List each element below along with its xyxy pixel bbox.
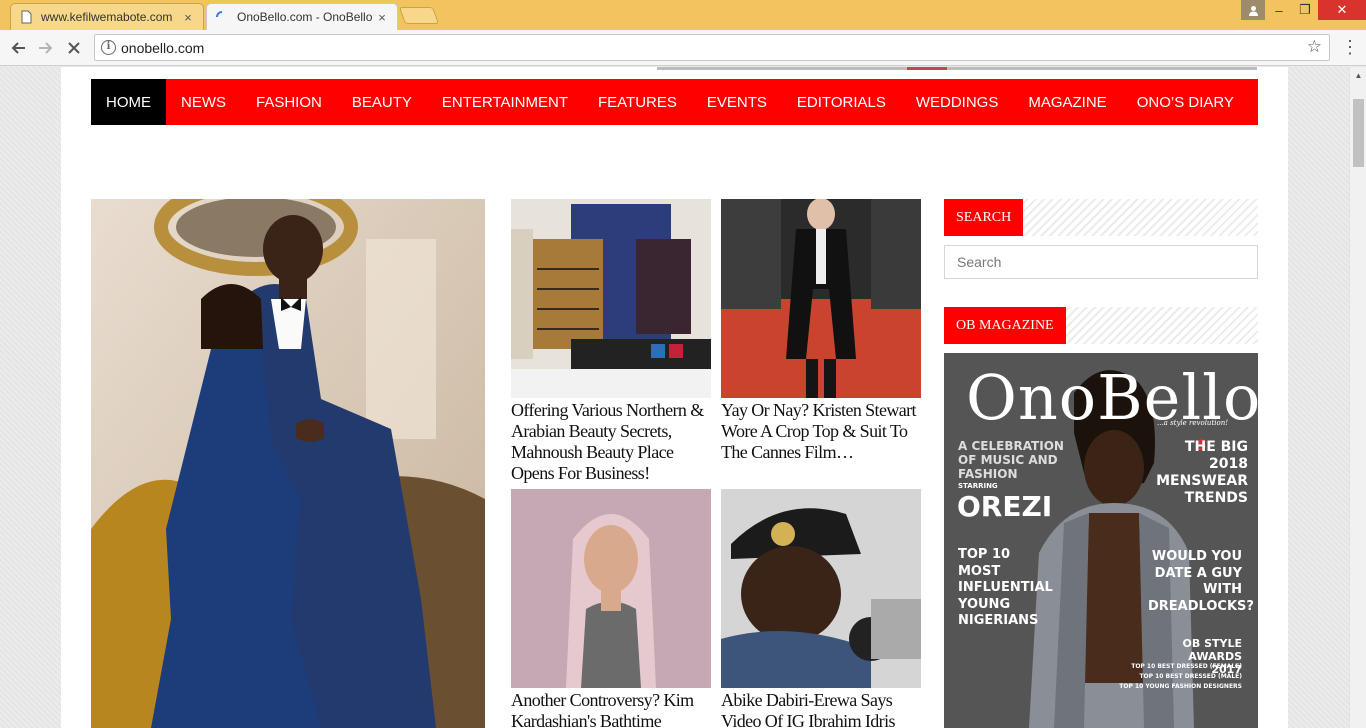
- magazine-tagline: ...a style revolution!: [1157, 419, 1229, 427]
- close-window-button[interactable]: ✕: [1318, 0, 1366, 20]
- forward-arrow-icon[interactable]: [34, 36, 58, 60]
- tab-close-icon[interactable]: ×: [181, 10, 195, 25]
- tab-close-icon[interactable]: ×: [375, 10, 389, 25]
- nav-item-entertainment[interactable]: ENTERTAINMENT: [427, 79, 583, 125]
- tab-kefilwemabote[interactable]: www.kefilwemabote.com ×: [10, 3, 204, 30]
- post-card[interactable]: Offering Various Northern & Arabian Beau…: [511, 199, 711, 484]
- magazine-starring-label: STARRING: [958, 482, 998, 490]
- post-card[interactable]: Another Controversy? Kim Kardashian's Ba…: [511, 489, 711, 728]
- new-tab-button[interactable]: [398, 7, 440, 24]
- loading-spinner-icon: [216, 11, 223, 18]
- nav-item-editorials[interactable]: EDITORIALS: [782, 79, 901, 125]
- nav-item-home[interactable]: HOME: [91, 79, 166, 125]
- magazine-coverline: A CELEBRATION OF MUSIC AND FASHION: [958, 439, 1064, 481]
- post-headline[interactable]: Another Controversy? Kim Kardashian's Ba…: [511, 690, 711, 728]
- stop-loading-icon[interactable]: [62, 36, 86, 60]
- post-headline[interactable]: Offering Various Northern & Arabian Beau…: [511, 400, 711, 484]
- nav-item-news[interactable]: NEWS: [166, 79, 241, 125]
- main-navigation: HOME NEWS FASHION BEAUTY ENTERTAINMENT F…: [91, 79, 1258, 125]
- browser-tab-bar: www.kefilwemabote.com × OnoBello.com - O…: [0, 0, 1366, 30]
- nav-item-magazine[interactable]: MAGAZINE: [1013, 79, 1121, 125]
- post-thumbnail[interactable]: [511, 489, 711, 688]
- magazine-coverline: TOP 10 BEST DRESSED (MALE): [1139, 673, 1242, 680]
- post-card[interactable]: Abike Dabiri-Erewa Says Video Of IG Ibra…: [721, 489, 921, 728]
- post-headline[interactable]: Abike Dabiri-Erewa Says Video Of IG Ibra…: [721, 690, 921, 728]
- scroll-up-arrow-icon[interactable]: ▲: [1350, 67, 1366, 84]
- magazine-coverline: OB STYLE AWARDS 2017: [1182, 637, 1242, 676]
- profile-icon[interactable]: [1241, 0, 1265, 20]
- nav-item-events[interactable]: EVENTS: [692, 79, 782, 125]
- page-icon: [21, 10, 32, 24]
- magazine-widget-header: OB MAGAZINE: [944, 307, 1258, 344]
- magazine-coverline: TOP 10 YOUNG FASHION DESIGNERS: [1119, 683, 1242, 690]
- site-info-icon[interactable]: i: [101, 40, 116, 55]
- bookmark-star-icon[interactable]: ☆: [1307, 37, 1322, 57]
- address-bar[interactable]: i onobello.com ☆: [94, 34, 1330, 61]
- post-card[interactable]: Yay Or Nay? Kristen Stewart Wore A Crop …: [721, 199, 921, 463]
- nav-item-features[interactable]: FEATURES: [583, 79, 692, 125]
- browser-toolbar: i onobello.com ☆ ⋮: [0, 30, 1366, 66]
- tab-title: OnoBello.com - OnoBello: [237, 10, 373, 24]
- search-input[interactable]: [944, 245, 1258, 279]
- magazine-coverline: THE BIG 2018 MENSWEAR TRENDS: [1156, 439, 1248, 506]
- page-content: HOME NEWS FASHION BEAUTY ENTERTAINMENT F…: [61, 67, 1288, 728]
- back-arrow-icon[interactable]: [6, 36, 30, 60]
- magazine-widget-title: OB MAGAZINE: [944, 307, 1066, 344]
- post-thumbnail[interactable]: [721, 489, 921, 688]
- url-text[interactable]: onobello.com: [121, 40, 204, 56]
- nav-item-beauty[interactable]: BEAUTY: [337, 79, 427, 125]
- scrollbar-thumb[interactable]: [1353, 99, 1364, 167]
- page-viewport: HOME NEWS FASHION BEAUTY ENTERTAINMENT F…: [0, 67, 1349, 728]
- nav-item-onos-diary[interactable]: ONO’S DIARY: [1122, 79, 1249, 125]
- couple-photo: [91, 199, 485, 728]
- post-headline[interactable]: Yay Or Nay? Kristen Stewart Wore A Crop …: [721, 400, 921, 463]
- magazine-coverline: WOULD YOU DATE A GUY WITH DREADLOCKS?: [1148, 549, 1254, 614]
- page-scrollbar[interactable]: ▲: [1349, 67, 1366, 728]
- search-widget-header: SEARCH: [944, 199, 1258, 236]
- search-widget-title: SEARCH: [944, 199, 1024, 236]
- featured-post-image[interactable]: [91, 199, 485, 728]
- magazine-coverline: TOP 10 BEST DRESSED (FEMALE): [1131, 663, 1242, 670]
- nav-item-fashion[interactable]: FASHION: [241, 79, 337, 125]
- top-banner-ad[interactable]: [657, 67, 1257, 70]
- magazine-cover[interactable]: OnoBello ...a style revolution! A CELEBR…: [944, 353, 1258, 728]
- browser-menu-icon[interactable]: ⋮: [1340, 36, 1360, 60]
- post-thumbnail[interactable]: [721, 199, 921, 398]
- post-thumbnail[interactable]: [511, 199, 711, 398]
- maximize-button[interactable]: ❐: [1292, 0, 1318, 20]
- tab-onobello[interactable]: OnoBello.com - OnoBello ×: [206, 3, 398, 30]
- magazine-coverline: TOP 10 MOST INFLUENTIAL YOUNG NIGERIANS: [958, 547, 1053, 628]
- minimize-button[interactable]: –: [1266, 0, 1292, 20]
- tab-title: www.kefilwemabote.com: [41, 10, 173, 24]
- magazine-cover-star: OREZI: [957, 490, 1053, 523]
- nav-item-weddings[interactable]: WEDDINGS: [901, 79, 1014, 125]
